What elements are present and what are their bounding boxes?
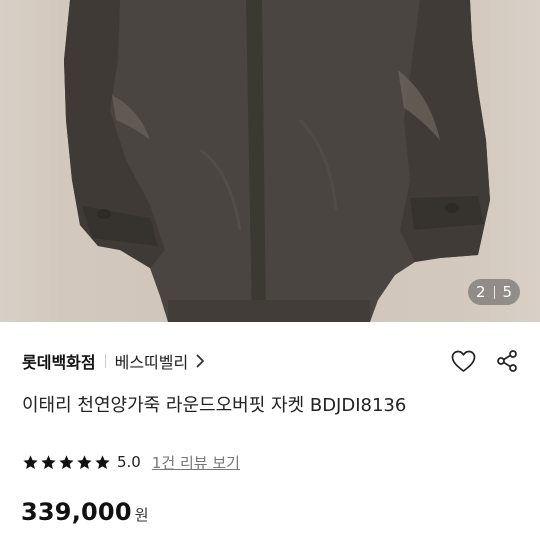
pager-total: 5 — [502, 283, 513, 301]
price-value: 339,000 — [21, 498, 132, 526]
brand-row: 롯데백화점 베스띠벨리 — [22, 348, 205, 374]
rating-stars — [22, 454, 111, 471]
product-image[interactable]: 2 5 — [0, 0, 540, 322]
brand-name: 롯데백화점 — [22, 353, 96, 372]
rating-row: 5.0 1건 리뷰 보기 — [22, 451, 240, 473]
rating-score: 5.0 — [117, 453, 141, 471]
price-unit: 원 — [134, 506, 149, 524]
pager-current: 2 — [475, 283, 486, 301]
star-icon — [58, 454, 75, 471]
image-pager: 2 5 — [468, 279, 520, 305]
chevron-right-icon — [196, 354, 205, 368]
product-actions — [450, 348, 520, 374]
share-icon[interactable] — [494, 348, 520, 374]
brand-divider — [104, 354, 106, 368]
review-link[interactable]: 1건 리뷰 보기 — [152, 452, 240, 473]
product-title: 이태리 천연양가죽 라운드오버핏 자켓 BDJDI8136 — [22, 395, 407, 416]
star-icon — [76, 454, 93, 471]
price-row: 339,000 원 — [21, 498, 149, 526]
jacket-photo — [64, 0, 490, 322]
star-icon — [40, 454, 57, 471]
seller-link[interactable]: 베스띠벨리 — [115, 349, 206, 373]
heart-icon[interactable] — [450, 348, 476, 374]
star-icon — [94, 454, 111, 471]
seller-name: 베스띠벨리 — [114, 353, 189, 372]
pager-divider — [493, 285, 495, 299]
star-icon — [22, 454, 39, 471]
